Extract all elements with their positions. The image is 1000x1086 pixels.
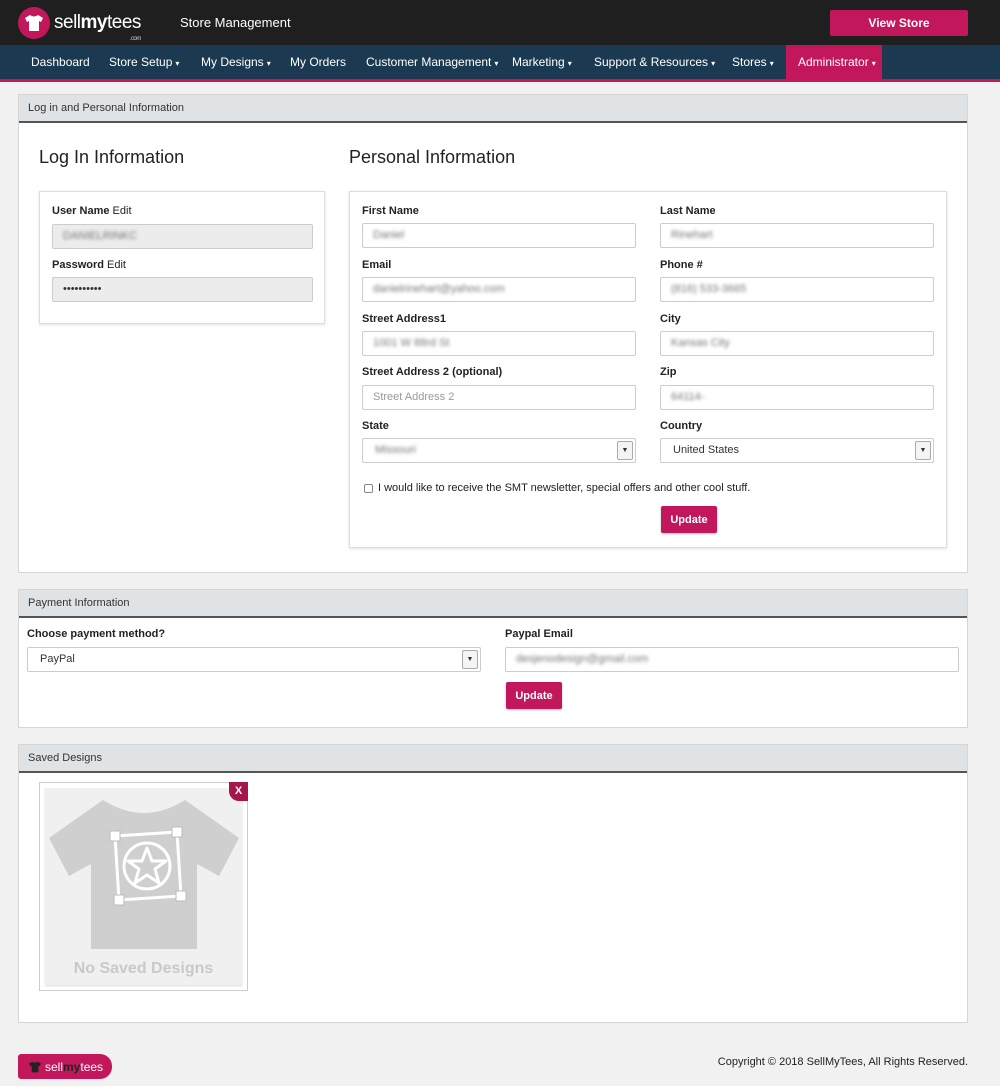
nav-item-marketing[interactable]: Marketing ▾ (500, 45, 584, 79)
personal-info-title: Personal Information (349, 147, 516, 167)
chevron-down-icon: ▾ (266, 59, 271, 68)
chevron-down-icon: ▾ (871, 59, 876, 68)
city-input[interactable]: Kansas City (660, 331, 934, 356)
chevron-down-icon: ▾ (567, 59, 572, 68)
nav-item-store-setup[interactable]: Store Setup ▾ (97, 45, 191, 79)
password-field: •••••••••• (52, 277, 313, 302)
email-label: Email (362, 259, 392, 271)
state-label: State (362, 420, 389, 432)
chevron-down-icon: ▼ (462, 650, 478, 669)
street2-label: Street Address 2 (optional) (362, 366, 503, 378)
brand-name: sellmytees .com (54, 12, 141, 42)
nav-item-dashboard[interactable]: Dashboard (19, 45, 105, 79)
city-label: City (660, 313, 681, 325)
remove-design-button[interactable]: X (229, 782, 248, 801)
nav-item-support-resources[interactable]: Support & Resources ▾ (582, 45, 727, 79)
tshirt-icon (29, 1061, 41, 1072)
payment-method-label: Choose payment method? (27, 628, 166, 640)
page-section-title: Store Management (180, 15, 291, 30)
no-saved-designs-text: No Saved Designs (73, 960, 214, 977)
first-name-input[interactable]: Daniel (362, 223, 636, 248)
last-name-input[interactable]: Rinehart (660, 223, 934, 248)
phone-label: Phone # (660, 259, 703, 271)
tshirt-placeholder-icon (49, 800, 239, 949)
tshirt-logo-icon (18, 7, 50, 39)
paypal-email-input[interactable]: desjenodesign@gmail.com (505, 647, 959, 672)
login-info-title: Log In Information (39, 147, 185, 167)
state-select[interactable]: Missouri ▼ (362, 438, 636, 463)
footer-logo[interactable]: sell my tees (18, 1054, 112, 1079)
password-edit-link[interactable]: Edit (107, 259, 126, 271)
password-label: Password Edit (52, 259, 126, 271)
copyright-text: Copyright © 2018 SellMyTees, All Rights … (717, 1056, 968, 1068)
last-name-label: Last Name (660, 205, 716, 217)
chevron-down-icon: ▾ (711, 59, 716, 68)
username-field: DANIELRINKC (52, 224, 313, 249)
paypal-email-label: Paypal Email (505, 628, 573, 640)
chevron-down-icon: ▼ (617, 441, 633, 460)
payment-method-select[interactable]: PayPal ▼ (27, 647, 481, 672)
brand-logo[interactable]: sellmytees .com (18, 7, 141, 42)
personal-update-button[interactable]: Update (661, 506, 717, 533)
chevron-down-icon: ▾ (769, 59, 774, 68)
nav-item-customer-management[interactable]: Customer Management ▾ (354, 45, 510, 79)
nav-item-administrator[interactable]: Administrator ▾ (786, 45, 882, 79)
saved-design-preview: No Saved Designs (45, 788, 242, 985)
street2-input[interactable]: Street Address 2 (362, 385, 636, 410)
nav-item-my-orders[interactable]: My Orders (278, 45, 361, 79)
panel-heading: Log in and Personal Information (19, 95, 967, 123)
newsletter-label: I would like to receive the SMT newslett… (378, 482, 751, 494)
chevron-down-icon: ▾ (175, 59, 180, 68)
street1-label: Street Address1 (362, 313, 446, 325)
saved-design-card[interactable]: No Saved Designs X (39, 782, 248, 991)
country-select[interactable]: United States ▼ (660, 438, 934, 463)
payment-update-button[interactable]: Update (506, 682, 562, 709)
country-label: Country (660, 420, 703, 432)
panel-heading: Payment Information (19, 590, 967, 618)
view-store-button[interactable]: View Store (830, 10, 968, 36)
phone-input[interactable]: (816) 533-3665 (660, 277, 934, 302)
chevron-down-icon: ▾ (494, 59, 499, 68)
first-name-label: First Name (362, 205, 419, 217)
zip-input[interactable]: 64114- (660, 385, 934, 410)
username-edit-link[interactable]: Edit (113, 205, 132, 217)
top-bar: sellmytees .com Store Management View St… (0, 0, 1000, 45)
chevron-down-icon: ▼ (915, 441, 931, 460)
nav-item-stores[interactable]: Stores ▾ (720, 45, 786, 79)
email-input[interactable]: danielrinehart@yahoo.com (362, 277, 636, 302)
zip-label: Zip (660, 366, 677, 378)
username-label: User Name Edit (52, 205, 132, 217)
main-nav: Dashboard Store Setup ▾ My Designs ▾ My Or… (0, 45, 1000, 82)
newsletter-checkbox[interactable] (364, 484, 373, 493)
panel-heading: Saved Designs (19, 745, 967, 773)
nav-item-my-designs[interactable]: My Designs ▾ (189, 45, 283, 79)
street1-input[interactable]: 1001 W 88rd St (362, 331, 636, 356)
